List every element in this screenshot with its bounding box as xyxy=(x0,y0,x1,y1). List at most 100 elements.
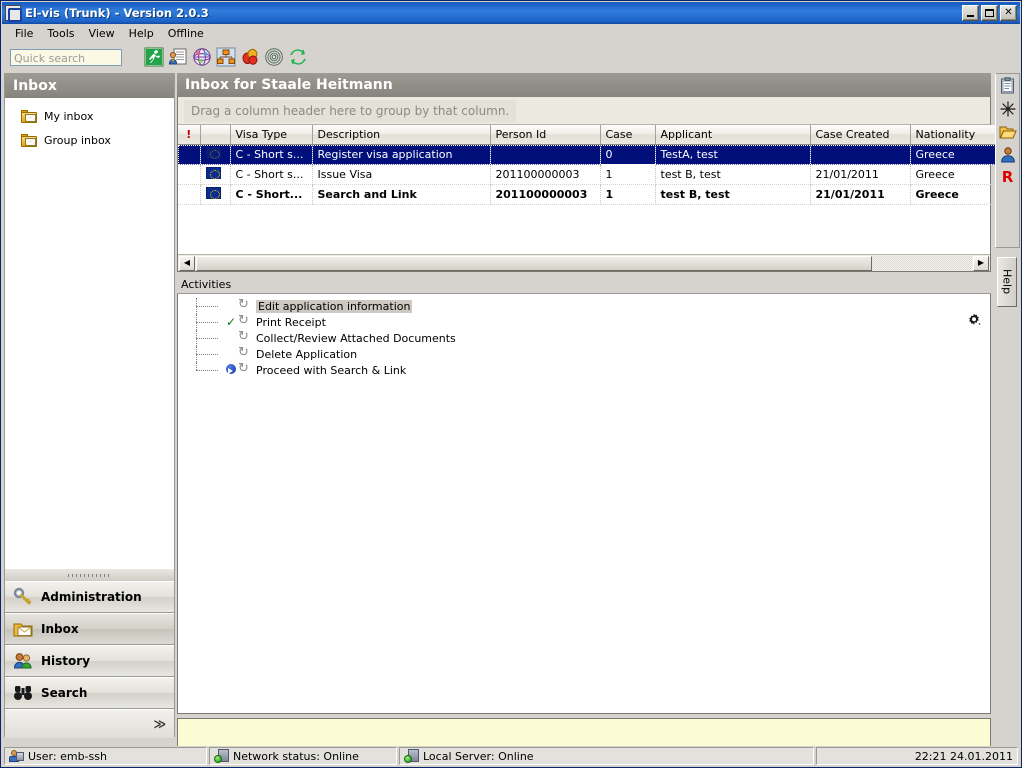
sidebar-nav-label: Administration xyxy=(41,590,142,604)
sidebar-item-inbox[interactable]: Inbox xyxy=(5,613,174,645)
clipboard-icon[interactable] xyxy=(999,77,1017,95)
folder-mail-icon xyxy=(13,619,33,639)
column-header-visa-type[interactable]: Visa Type xyxy=(230,125,313,145)
status-datetime: 22:21 24.01.2011 xyxy=(816,747,1018,765)
activity-label: Delete Application xyxy=(256,347,358,361)
group-by-hint: Drag a column header here to group by th… xyxy=(184,99,517,122)
scroll-left-arrow-icon[interactable]: ◀ xyxy=(179,255,195,271)
main-content: Inbox for Staale Heitmann Drag a column … xyxy=(177,73,1005,760)
eu-flag-icon xyxy=(205,187,221,199)
sidebar-nav-label: History xyxy=(41,654,91,668)
globe-icon[interactable] xyxy=(192,47,212,67)
inbox-table: ! Visa Type Description Person Id Case A… xyxy=(178,125,1005,205)
cell-visa-type: C - Short s... xyxy=(230,164,313,185)
disc-icon[interactable] xyxy=(264,47,284,67)
cell-priority xyxy=(178,164,201,185)
cell-case: 1 xyxy=(600,184,656,205)
close-button[interactable]: ✕ xyxy=(1000,5,1017,21)
table-row[interactable]: C - Short s... Issue Visa 201100000003 1… xyxy=(178,164,1005,185)
help-tab[interactable]: Help xyxy=(997,257,1017,307)
sparkle-icon[interactable] xyxy=(999,100,1017,118)
quick-search-input[interactable]: Quick search xyxy=(10,48,122,66)
menu-item-tools[interactable]: Tools xyxy=(40,25,81,42)
gear-icon[interactable] xyxy=(966,312,982,328)
sidebar-nav-label: Search xyxy=(41,686,88,700)
column-header-person-id[interactable]: Person Id xyxy=(490,125,601,145)
eu-flag-icon xyxy=(205,147,221,159)
menu-item-help[interactable]: Help xyxy=(122,25,161,42)
scroll-right-arrow-icon[interactable]: ▶ xyxy=(973,255,989,271)
person-icon[interactable] xyxy=(999,146,1017,164)
activity-next-arrow-icon xyxy=(224,362,238,378)
status-network: Network status: Online xyxy=(209,747,397,765)
scrollbar-track[interactable] xyxy=(872,255,972,271)
tree-connector-icon xyxy=(188,314,224,330)
sidebar-item-my-inbox[interactable]: My inbox xyxy=(5,104,174,128)
binoculars-icon xyxy=(13,683,33,703)
menu-bar: File Tools View Help Offline xyxy=(2,24,1020,43)
sidebar-item-label: My inbox xyxy=(44,109,94,123)
menu-item-file[interactable]: File xyxy=(8,25,40,42)
cell-case-created: 21/01/2011 xyxy=(810,164,911,185)
menu-item-view[interactable]: View xyxy=(82,25,122,42)
menu-item-offline[interactable]: Offline xyxy=(161,25,211,42)
sidebar-folder-list: My inbox Group inbox xyxy=(5,98,174,568)
toolbar: Quick search xyxy=(2,43,1020,71)
cell-flag xyxy=(200,144,231,165)
tree-connector-icon xyxy=(188,298,224,314)
sidebar-item-history[interactable]: History xyxy=(5,645,174,677)
activity-item-proceed-with-search-and-link[interactable]: Proceed with Search & Link xyxy=(178,361,990,378)
activity-label: Proceed with Search & Link xyxy=(256,363,407,377)
column-header-case[interactable]: Case xyxy=(600,125,656,145)
column-header-nationality[interactable]: Nationality xyxy=(910,125,1005,145)
activities-header: Activities xyxy=(177,276,991,294)
cell-nationality: Greece xyxy=(910,144,1005,165)
cell-description: Register visa application xyxy=(312,144,491,165)
column-header-description[interactable]: Description xyxy=(312,125,491,145)
run-person-icon[interactable] xyxy=(144,47,164,67)
sidebar-item-group-inbox[interactable]: Group inbox xyxy=(5,128,174,152)
table-row[interactable]: C - Short s... Register visa application… xyxy=(178,144,1005,165)
status-local-server: Local Server: Online xyxy=(399,747,814,765)
sidebar-more-button[interactable]: ≫ xyxy=(5,709,174,738)
column-header-flag[interactable] xyxy=(200,125,231,145)
activity-item-edit-application-information[interactable]: Edit application information xyxy=(178,297,990,314)
cell-applicant: TestA, test xyxy=(655,144,811,165)
open-folder-icon[interactable] xyxy=(999,123,1017,141)
activity-label: Edit application information xyxy=(256,299,413,313)
status-user: User: emb-ssh xyxy=(4,747,207,765)
minimize-button[interactable] xyxy=(962,5,979,21)
cell-priority xyxy=(178,144,201,165)
table-row[interactable]: C - Short... Search and Link 20110000000… xyxy=(178,184,1005,205)
window-controls: ✕ xyxy=(962,5,1017,21)
cell-case: 0 xyxy=(600,144,656,165)
sidebar-item-search[interactable]: Search xyxy=(5,677,174,709)
cell-applicant: test B, test xyxy=(655,184,811,205)
user-icon xyxy=(9,749,24,763)
group-by-bar[interactable]: Drag a column header here to group by th… xyxy=(178,97,990,125)
status-network-label: Network status: Online xyxy=(233,749,359,763)
activity-item-collect-review-attached-documents[interactable]: Collect/Review Attached Documents xyxy=(178,329,990,346)
maximize-button[interactable] xyxy=(981,5,998,21)
cell-flag xyxy=(200,164,231,185)
person-document-icon[interactable] xyxy=(168,47,188,67)
column-header-applicant[interactable]: Applicant xyxy=(655,125,811,145)
package-icon[interactable] xyxy=(240,47,260,67)
activity-item-delete-application[interactable]: Delete Application xyxy=(178,345,990,362)
column-header-case-created[interactable]: Case Created xyxy=(810,125,911,145)
activity-item-print-receipt[interactable]: ✓ Print Receipt xyxy=(178,313,990,330)
column-header-priority[interactable]: ! xyxy=(178,125,201,145)
sidebar-item-administration[interactable]: Administration xyxy=(5,581,174,613)
activity-label: Collect/Review Attached Documents xyxy=(256,331,456,345)
cell-case: 1 xyxy=(600,164,656,185)
right-toolbar: R xyxy=(995,73,1020,248)
sidebar-splitter-handle[interactable] xyxy=(5,568,174,581)
hierarchy-icon[interactable] xyxy=(216,47,236,67)
grid-horizontal-scrollbar[interactable]: ◀ ▶ xyxy=(178,254,990,271)
letter-r-icon[interactable]: R xyxy=(999,169,1017,187)
local-server-icon xyxy=(404,749,419,763)
refresh-icon[interactable] xyxy=(288,47,308,67)
activity-refresh-icon xyxy=(238,329,252,345)
cell-person-id: 201100000003 xyxy=(490,184,601,205)
scrollbar-thumb[interactable] xyxy=(196,255,872,271)
